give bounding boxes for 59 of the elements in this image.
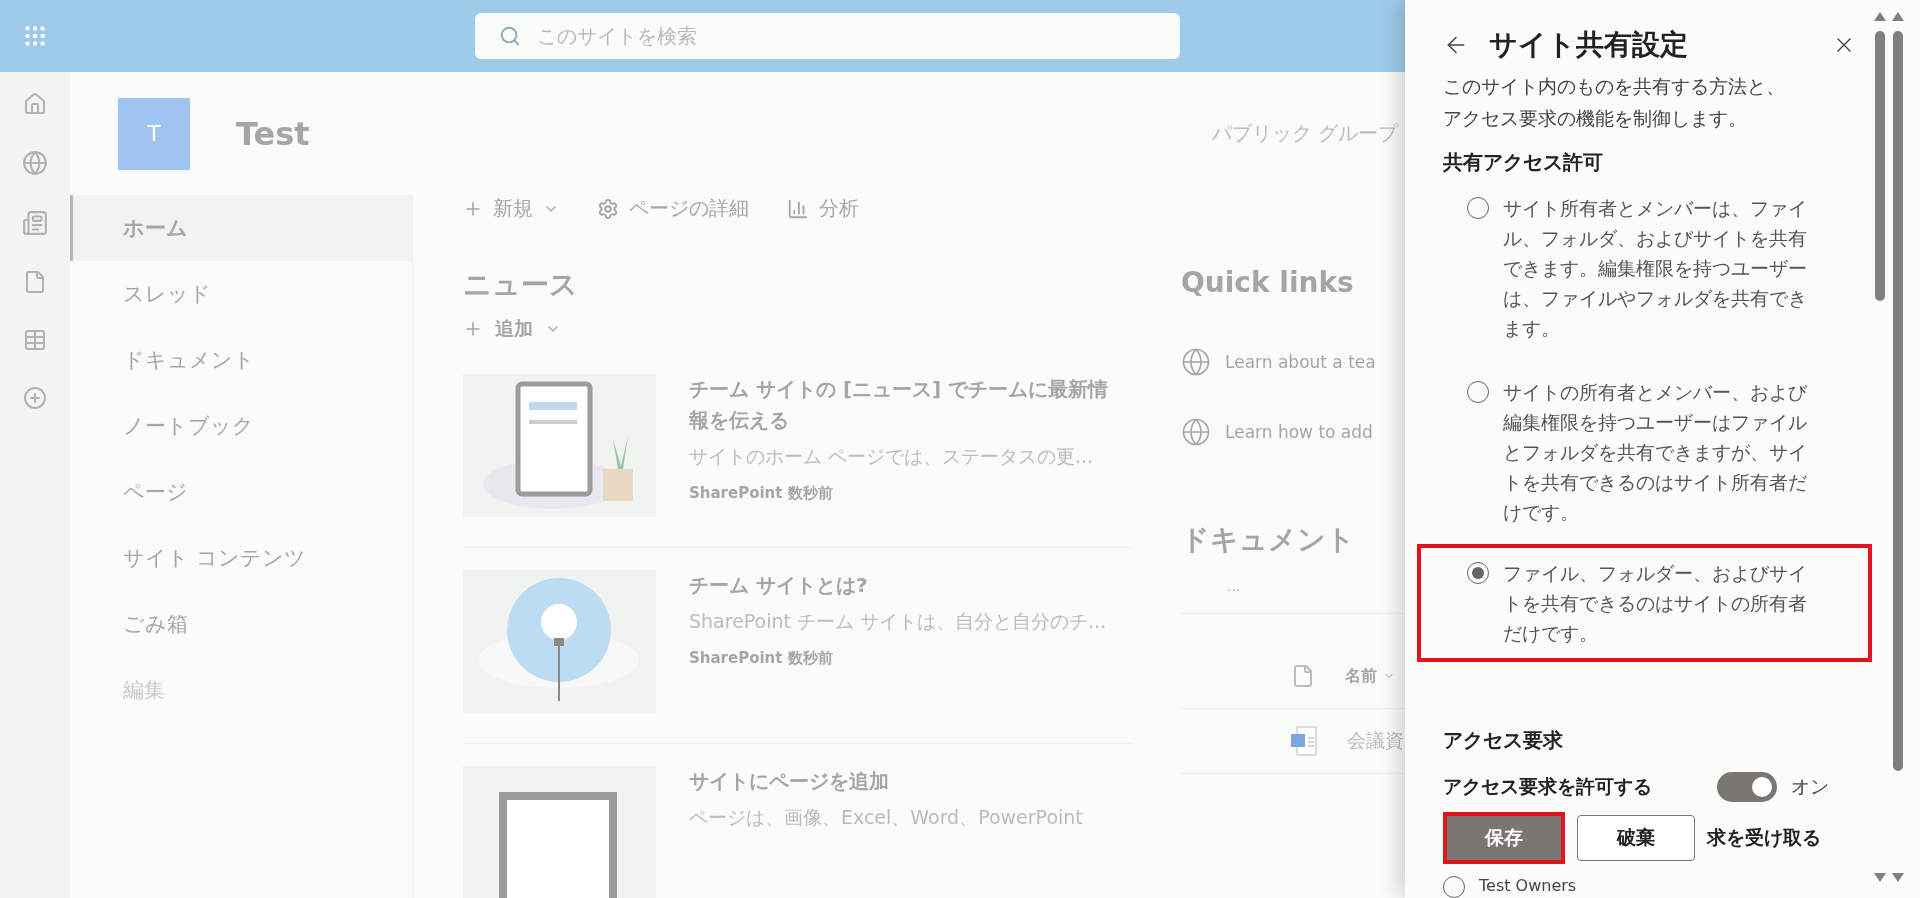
group-type: パブリック グループ <box>1211 120 1398 147</box>
search-field[interactable]: このサイトを検索 <box>475 13 1180 59</box>
globe-icon <box>1181 347 1211 377</box>
option-label: ファイル、フォルダー、およびサイトを共有できるのはサイトの所有者だけです。 <box>1503 561 1808 647</box>
quick-links-heading: Quick links <box>1181 266 1355 299</box>
nav-item[interactable]: ノートブック <box>70 393 412 459</box>
site-title: Test <box>236 114 310 153</box>
search-icon <box>499 25 521 47</box>
word-file-icon <box>1291 726 1317 756</box>
toggle-switch[interactable] <box>1717 772 1777 802</box>
command-button[interactable]: 分析 <box>787 195 859 222</box>
option-label: サイトの所有者とメンバー、および編集権限を持つユーザーはファイルとフォルダを共有できますが、サイトを共有できるのはサイト所有者だけです。 <box>1503 380 1809 526</box>
discard-button[interactable]: 破棄 <box>1577 815 1695 861</box>
section-heading: 共有アクセス許可 <box>1443 149 1604 177</box>
nav-item[interactable]: サイト コンテンツ <box>70 525 412 591</box>
scrollbar-thumb[interactable] <box>1875 31 1885 301</box>
scrollbar-thumb[interactable] <box>1893 31 1903 771</box>
documents-heading: ドキュメント <box>1181 522 1356 558</box>
news-description: SharePoint チーム サイトは、自分と自分のチ... <box>689 609 1107 634</box>
option-label: サイト所有者とメンバーは、ファイル、フォルダ、およびサイトを共有できます。編集権限を持つユーザーは、ファイルやフォルダを共有できます。 <box>1503 196 1808 342</box>
nav-item[interactable]: ホーム <box>70 195 412 261</box>
nav-item[interactable]: ページ <box>70 459 412 525</box>
globe-icon <box>1181 417 1211 447</box>
more-button[interactable]: ... <box>1221 573 1247 599</box>
search-input[interactable]: このサイトを検索 <box>535 23 1139 49</box>
section-heading: アクセス要求 <box>1443 727 1564 754</box>
nav-item[interactable]: ドキュメント <box>70 327 412 393</box>
quick-link[interactable]: Learn how to add <box>1225 422 1373 442</box>
nav-item[interactable]: スレッド <box>70 261 412 327</box>
news-heading: ニュース <box>463 267 579 303</box>
command-button[interactable]: 新規 <box>463 195 559 222</box>
news-title[interactable]: チーム サイトとは? <box>689 570 1107 601</box>
name-column-header[interactable]: 名前 <box>1345 665 1395 687</box>
file-icon <box>1291 664 1315 688</box>
save-button[interactable]: 保存 <box>1443 812 1565 864</box>
toggle-state: オン <box>1791 774 1829 799</box>
quick-link[interactable]: Learn about a tea <box>1225 352 1376 372</box>
add-button[interactable]: 追加 <box>463 316 1131 342</box>
receiver-label: 求を受け取る <box>1707 825 1821 850</box>
command-button[interactable]: ページの詳細 <box>597 195 749 222</box>
scroll-up-icon[interactable] <box>1874 12 1886 21</box>
news-description: サイトのホーム ページでは、ステータスの更... <box>689 444 1095 469</box>
chart-icon <box>787 197 809 220</box>
toggle-label: アクセス要求を許可する <box>1443 774 1653 799</box>
news-title[interactable]: チーム サイトの [ニュース] でチームに最新情報を伝える <box>689 374 1109 436</box>
news-description: ページは、画像、Excel、Word、PowerPoint <box>689 805 1083 830</box>
settings-icon <box>597 197 619 220</box>
option-label: Test Owners <box>1479 875 1577 895</box>
panel-description: このサイト内のものを共有する方法と、アクセス要求の機能を制御します。 <box>1443 74 1786 131</box>
news-meta: SharePoint 数秒前 <box>689 649 834 668</box>
panel-title: サイト共有設定 <box>1489 27 1688 63</box>
file-name[interactable]: 会議資 <box>1347 728 1404 754</box>
nav-item[interactable]: ごみ箱 <box>70 591 412 657</box>
scroll-down-icon[interactable] <box>1892 873 1904 882</box>
news-meta: SharePoint 数秒前 <box>689 484 834 503</box>
news-title[interactable]: サイトにページを追加 <box>689 766 1083 797</box>
scroll-down-icon[interactable] <box>1874 873 1886 882</box>
site-logo: T <box>118 97 190 170</box>
scroll-up-icon[interactable] <box>1892 12 1904 21</box>
